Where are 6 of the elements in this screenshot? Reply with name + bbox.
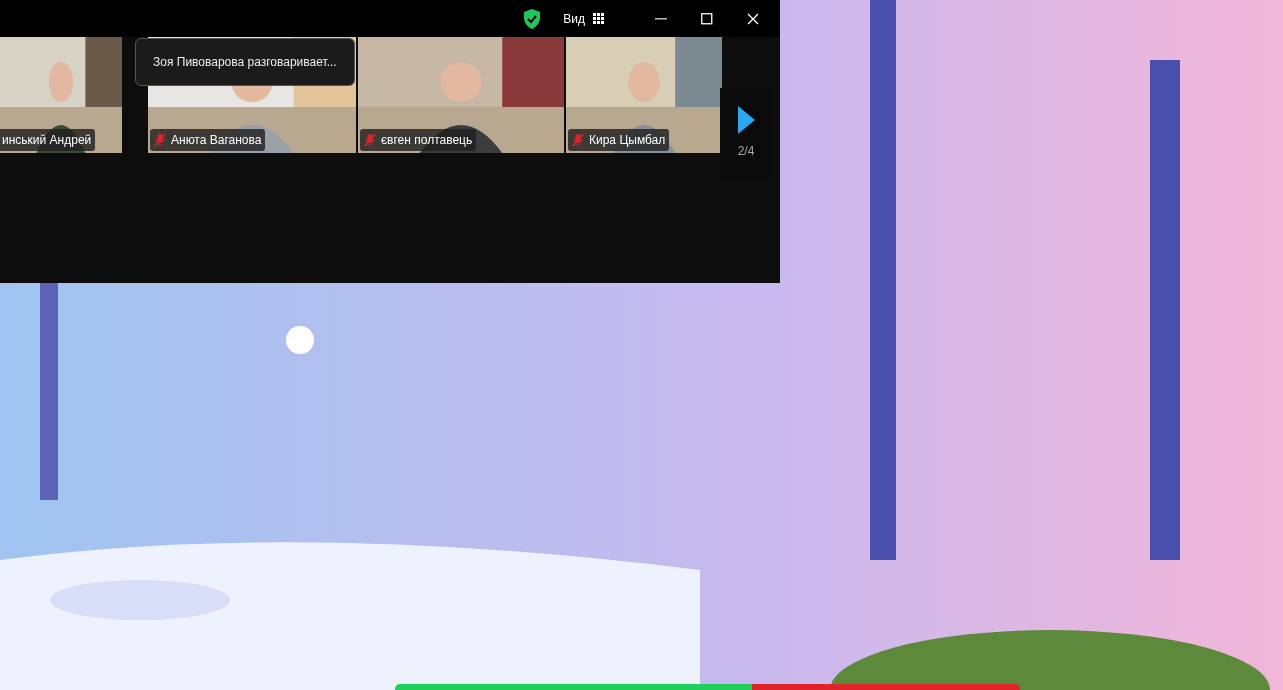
tooltip: Зоя Пивоварова разговаривает... <box>135 38 355 86</box>
participant-name: Кира Цымбал <box>589 132 666 149</box>
participant-name: євген полтавець <box>381 132 473 149</box>
view-button[interactable]: Вид <box>559 9 608 28</box>
participant-name: инський Андрей <box>2 132 92 149</box>
participant-name: Анюта Ваганова <box>171 132 262 149</box>
